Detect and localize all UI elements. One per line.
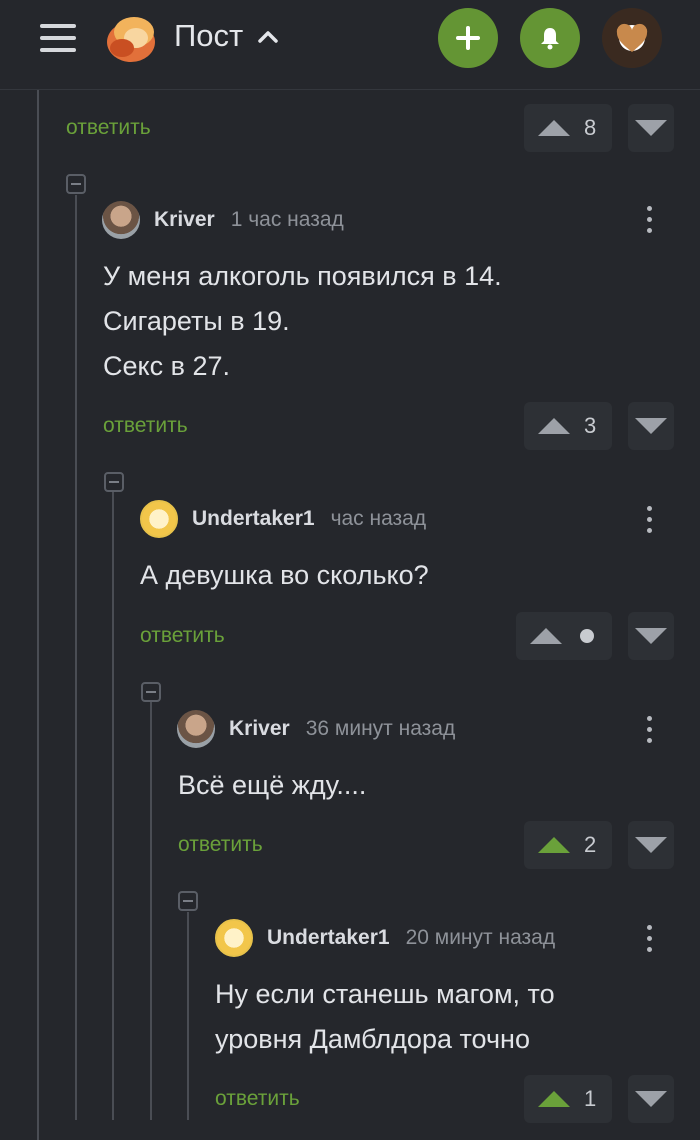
thread-line bbox=[150, 702, 152, 1120]
reply-link[interactable]: ответить bbox=[178, 833, 263, 857]
vote-count: 8 bbox=[584, 115, 597, 140]
page-title: Пост bbox=[174, 18, 244, 53]
upvote-icon bbox=[538, 120, 570, 136]
downvote-button[interactable] bbox=[628, 821, 674, 869]
post-title-dropdown[interactable]: Пост bbox=[174, 18, 279, 54]
comment-header: Undertaker1 20 минут назад bbox=[215, 919, 555, 957]
more-options-icon[interactable] bbox=[644, 504, 654, 536]
comment-line: У меня алкоголь появился в 14. bbox=[103, 261, 502, 291]
downvote-button[interactable] bbox=[628, 104, 674, 152]
comment-line: Ну если станешь магом, то bbox=[215, 979, 555, 1009]
more-options-icon[interactable] bbox=[644, 714, 654, 746]
upvote-button[interactable]: 3 bbox=[524, 402, 612, 450]
comment-author[interactable]: Kriver bbox=[229, 717, 290, 741]
vote-count: 2 bbox=[584, 832, 597, 857]
upvote-icon bbox=[538, 837, 570, 853]
notifications-button[interactable] bbox=[520, 8, 580, 68]
comment-header: Undertaker1 час назад bbox=[140, 500, 426, 538]
upvote-button[interactable]: 1 bbox=[524, 1075, 612, 1123]
downvote-icon bbox=[635, 837, 667, 853]
avatar[interactable] bbox=[140, 500, 178, 538]
reply-link[interactable]: ответить bbox=[66, 116, 151, 140]
more-options-icon[interactable] bbox=[644, 204, 654, 236]
top-bar: Пост bbox=[0, 0, 700, 90]
comment-line: Всё ещё жду.... bbox=[178, 770, 367, 800]
upvote-button[interactable]: 8 bbox=[524, 104, 612, 152]
upvote-button[interactable] bbox=[516, 612, 612, 660]
upvote-icon bbox=[538, 1091, 570, 1107]
avatar[interactable] bbox=[177, 710, 215, 748]
downvote-icon bbox=[635, 628, 667, 644]
user-avatar[interactable] bbox=[602, 8, 662, 68]
thread-line bbox=[112, 492, 114, 1120]
menu-icon[interactable] bbox=[40, 22, 76, 54]
chevron-up-icon bbox=[258, 31, 278, 43]
reply-link[interactable]: ответить bbox=[140, 624, 225, 648]
comment-line: Сигареты в 19. bbox=[103, 306, 290, 336]
avatar[interactable] bbox=[215, 919, 253, 957]
collapse-thread-button[interactable] bbox=[141, 682, 161, 702]
comment-time: час назад bbox=[330, 507, 427, 530]
bell-icon bbox=[541, 28, 559, 50]
comment-text: Всё ещё жду.... bbox=[178, 763, 366, 808]
reply-link[interactable]: ответить bbox=[215, 1087, 300, 1111]
comment-text: А девушка во сколько? bbox=[140, 553, 429, 598]
comment-author[interactable]: Undertaker1 bbox=[267, 926, 390, 950]
downvote-icon bbox=[635, 418, 667, 434]
comment-header: Kriver 1 час назад bbox=[102, 201, 344, 239]
avatar[interactable] bbox=[102, 201, 140, 239]
comment-text: У меня алкоголь появился в 14. Сигареты … bbox=[103, 254, 502, 389]
collapse-thread-button[interactable] bbox=[66, 174, 86, 194]
comment-time: 1 час назад bbox=[230, 208, 344, 231]
reply-link[interactable]: ответить bbox=[103, 414, 188, 438]
comment-time: 20 минут назад bbox=[405, 926, 556, 949]
downvote-button[interactable] bbox=[628, 1075, 674, 1123]
comment-time: 36 минут назад bbox=[305, 717, 456, 740]
thread-line bbox=[187, 912, 189, 1120]
downvote-button[interactable] bbox=[628, 402, 674, 450]
comment-line: уровня Дамблдора точно bbox=[215, 1024, 530, 1054]
vote-count: 1 bbox=[584, 1086, 597, 1111]
comment-text: Ну если станешь магом, то уровня Дамблдо… bbox=[215, 972, 555, 1062]
comment-author[interactable]: Kriver bbox=[154, 208, 215, 232]
comment-author[interactable]: Undertaker1 bbox=[192, 507, 315, 531]
more-options-icon[interactable] bbox=[644, 923, 654, 955]
upvote-icon bbox=[538, 418, 570, 434]
downvote-button[interactable] bbox=[628, 612, 674, 660]
upvote-icon bbox=[530, 628, 562, 644]
upvote-button[interactable]: 2 bbox=[524, 821, 612, 869]
plus-icon bbox=[456, 26, 480, 50]
thread-line bbox=[75, 195, 77, 1120]
comment-line: Секс в 27. bbox=[103, 351, 231, 381]
downvote-icon bbox=[635, 1091, 667, 1107]
comment-header: Kriver 36 минут назад bbox=[177, 710, 455, 748]
heart-icon bbox=[616, 23, 648, 52]
add-post-button[interactable] bbox=[438, 8, 498, 68]
thread-line bbox=[37, 90, 39, 1140]
downvote-icon bbox=[635, 120, 667, 136]
comment-line: А девушка во сколько? bbox=[140, 560, 429, 590]
collapse-thread-button[interactable] bbox=[178, 891, 198, 911]
collapse-thread-button[interactable] bbox=[104, 472, 124, 492]
site-logo[interactable] bbox=[102, 12, 158, 64]
rating-hidden-dot bbox=[580, 629, 594, 643]
vote-count: 3 bbox=[584, 413, 597, 438]
